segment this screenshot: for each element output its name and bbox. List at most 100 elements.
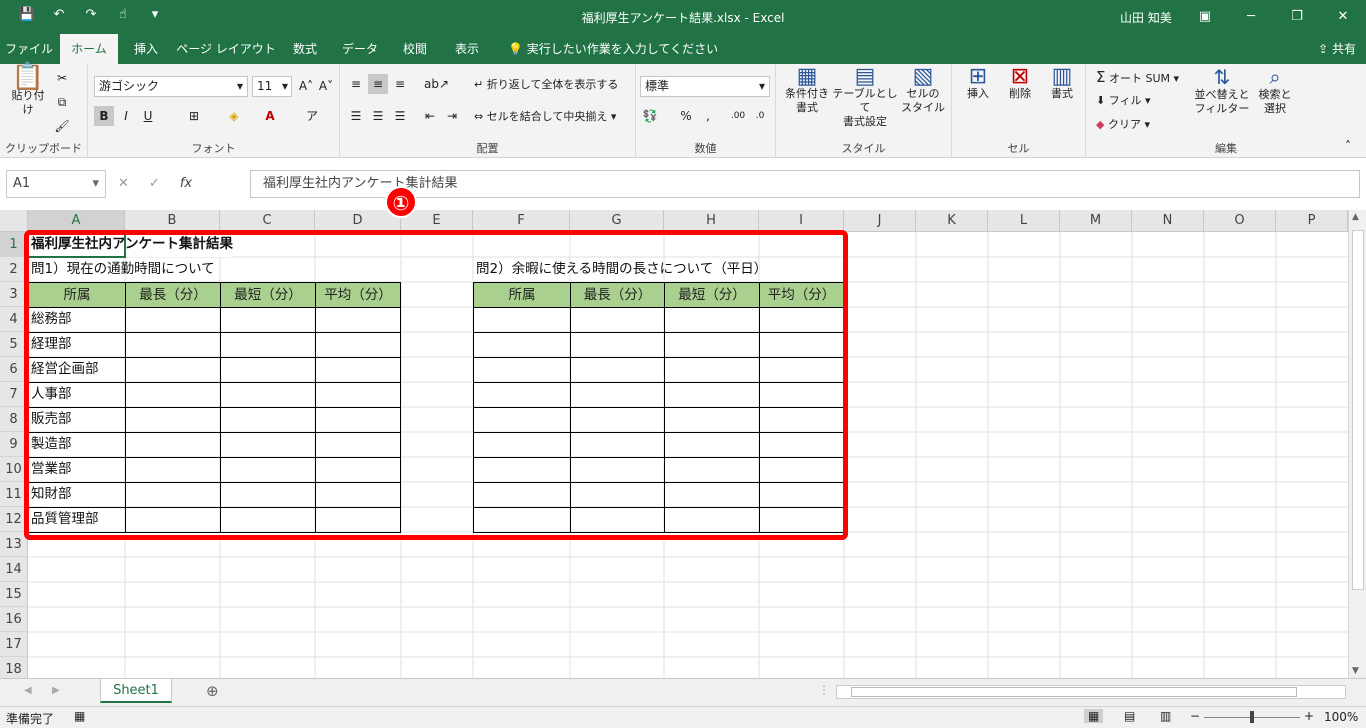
cut-icon[interactable]: ✂	[52, 68, 72, 88]
wrap-text-button[interactable]: ↵ 折り返して全体を表示する	[474, 78, 618, 92]
row-header-16[interactable]: 16	[0, 607, 28, 632]
insert-function-icon[interactable]: fx	[180, 176, 192, 191]
column-header-d[interactable]: D	[315, 210, 401, 232]
column-header-j[interactable]: J	[844, 210, 916, 232]
prev-sheet-icon[interactable]: ◀	[24, 685, 32, 696]
column-header-g[interactable]: G	[570, 210, 664, 232]
sort-filter-button[interactable]: ⇅ 並べ替えと フィルター	[1192, 67, 1252, 116]
row-header-17[interactable]: 17	[0, 632, 28, 657]
italic-button[interactable]: I	[116, 106, 136, 126]
underline-button[interactable]: U	[138, 106, 158, 126]
tab-home[interactable]: ホーム	[60, 34, 118, 64]
minimize-icon[interactable]: ─	[1228, 0, 1274, 32]
column-header-k[interactable]: K	[916, 210, 988, 232]
zoom-out-icon[interactable]: −	[1190, 709, 1200, 723]
page-break-view-icon[interactable]: ▥	[1160, 709, 1171, 723]
decrease-decimal-icon[interactable]: .0	[750, 106, 770, 126]
column-header-l[interactable]: L	[988, 210, 1060, 232]
align-top-icon[interactable]: ≡	[346, 74, 366, 94]
column-header-o[interactable]: O	[1204, 210, 1276, 232]
align-middle-icon[interactable]: ≡	[368, 74, 388, 94]
font-color-icon[interactable]: A	[260, 106, 280, 126]
format-cells-button[interactable]: ▥ 書式	[1042, 66, 1082, 101]
restore-icon[interactable]: ❐	[1274, 0, 1320, 32]
tab-review[interactable]: 校閲	[390, 34, 440, 64]
cancel-entry-icon[interactable]: ✕	[118, 176, 129, 191]
fill-color-icon[interactable]: ◈	[224, 106, 244, 126]
share-button[interactable]: ⇪ 共有	[1318, 34, 1356, 64]
decrease-font-icon[interactable]: A˅	[316, 76, 336, 96]
clear-button[interactable]: ◆ クリア ▾	[1096, 118, 1150, 132]
add-sheet-icon[interactable]: ⊕	[206, 682, 219, 700]
orientation-icon[interactable]: ab↗	[424, 74, 449, 94]
column-header-a[interactable]: A	[28, 210, 125, 232]
number-format-select[interactable]: 標準 ▾	[640, 76, 770, 97]
cell-styles-button[interactable]: ▧ セルの スタイル	[898, 66, 948, 115]
merge-center-button[interactable]: ⇔ セルを結合して中央揃え ▾	[474, 110, 616, 124]
tab-insert[interactable]: 挿入	[120, 34, 172, 64]
vertical-scroll-thumb[interactable]	[1352, 230, 1364, 590]
row-header-18[interactable]: 18	[0, 657, 28, 678]
row-header-15[interactable]: 15	[0, 582, 28, 607]
tab-page-layout[interactable]: ページ レイアウト	[174, 34, 278, 64]
column-header-n[interactable]: N	[1132, 210, 1204, 232]
bold-button[interactable]: B	[94, 106, 114, 126]
column-header-p[interactable]: P	[1276, 210, 1348, 232]
format-as-table-button[interactable]: ▤ テーブルとして 書式設定	[832, 66, 898, 129]
row-header-14[interactable]: 14	[0, 557, 28, 582]
column-header-i[interactable]: I	[759, 210, 844, 232]
conditional-formatting-button[interactable]: ▦ 条件付き 書式	[780, 66, 834, 115]
decrease-indent-icon[interactable]: ⇤	[420, 106, 440, 126]
vertical-scrollbar[interactable]: ▲ ▼	[1348, 210, 1366, 678]
tab-formulas[interactable]: 数式	[280, 34, 330, 64]
zoom-slider-thumb[interactable]	[1250, 711, 1254, 723]
copy-icon[interactable]: ⧉	[52, 92, 72, 112]
phonetic-icon[interactable]: ア	[302, 106, 322, 126]
ribbon-display-options-icon[interactable]: ▣	[1182, 0, 1228, 32]
delete-cells-button[interactable]: ⊠ 削除	[1000, 66, 1040, 101]
increase-decimal-icon[interactable]: .00	[728, 106, 748, 126]
tab-file[interactable]: ファイル	[0, 34, 58, 64]
font-name-select[interactable]: 游ゴシック ▾	[94, 76, 248, 97]
formula-input[interactable]: 福利厚生社内アンケート集計結果	[250, 170, 1360, 198]
tell-me-box[interactable]: 💡 実行したい作業を入力してください	[508, 34, 718, 64]
scroll-down-icon[interactable]: ▼	[1352, 666, 1359, 676]
increase-font-icon[interactable]: A˄	[296, 76, 316, 96]
increase-indent-icon[interactable]: ⇥	[442, 106, 462, 126]
fill-button[interactable]: ⬇ フィル ▾	[1096, 94, 1151, 108]
confirm-entry-icon[interactable]: ✓	[149, 176, 160, 191]
find-select-button[interactable]: ⌕ 検索と 選択	[1252, 67, 1298, 116]
column-header-c[interactable]: C	[220, 210, 315, 232]
scroll-up-icon[interactable]: ▲	[1352, 212, 1359, 222]
format-painter-icon[interactable]: 🖌	[52, 116, 72, 136]
next-sheet-icon[interactable]: ▶	[52, 685, 60, 696]
column-header-f[interactable]: F	[473, 210, 570, 232]
font-size-select[interactable]: 11 ▾	[252, 76, 292, 97]
tab-data[interactable]: データ	[332, 34, 388, 64]
paste-button[interactable]: 📋 貼り付け	[8, 64, 48, 117]
autosum-button[interactable]: Σ オート SUM ▾	[1096, 70, 1179, 86]
user-name[interactable]: 山田 知美	[1120, 9, 1172, 26]
borders-icon[interactable]: ⊞	[184, 106, 204, 126]
sheet-tab-sheet1[interactable]: Sheet1	[100, 679, 172, 703]
horizontal-scrollbar[interactable]	[836, 685, 1346, 699]
name-box[interactable]: A1 ▾	[6, 170, 106, 198]
align-right-icon[interactable]: ☰	[390, 106, 410, 126]
insert-cells-button[interactable]: ⊞ 挿入	[958, 66, 998, 101]
close-icon[interactable]: ✕	[1320, 0, 1366, 32]
percent-icon[interactable]: %	[676, 106, 696, 126]
zoom-level[interactable]: 100%	[1324, 710, 1358, 724]
column-header-b[interactable]: B	[125, 210, 220, 232]
split-handle-icon[interactable]: ⋮	[818, 683, 830, 697]
page-layout-view-icon[interactable]: ▤	[1124, 709, 1135, 723]
column-header-m[interactable]: M	[1060, 210, 1132, 232]
worksheet-grid[interactable]: A B C D E F G H I J K L M N O P 1 2 3 4 …	[0, 210, 1366, 678]
align-bottom-icon[interactable]: ≡	[390, 74, 410, 94]
select-all-button[interactable]	[0, 210, 28, 232]
tab-view[interactable]: 表示	[442, 34, 492, 64]
horizontal-scroll-thumb[interactable]	[851, 687, 1297, 697]
align-left-icon[interactable]: ☰	[346, 106, 366, 126]
zoom-in-icon[interactable]: +	[1304, 709, 1314, 723]
currency-icon[interactable]: 💱	[640, 106, 660, 126]
normal-view-icon[interactable]: ▦	[1084, 709, 1104, 723]
